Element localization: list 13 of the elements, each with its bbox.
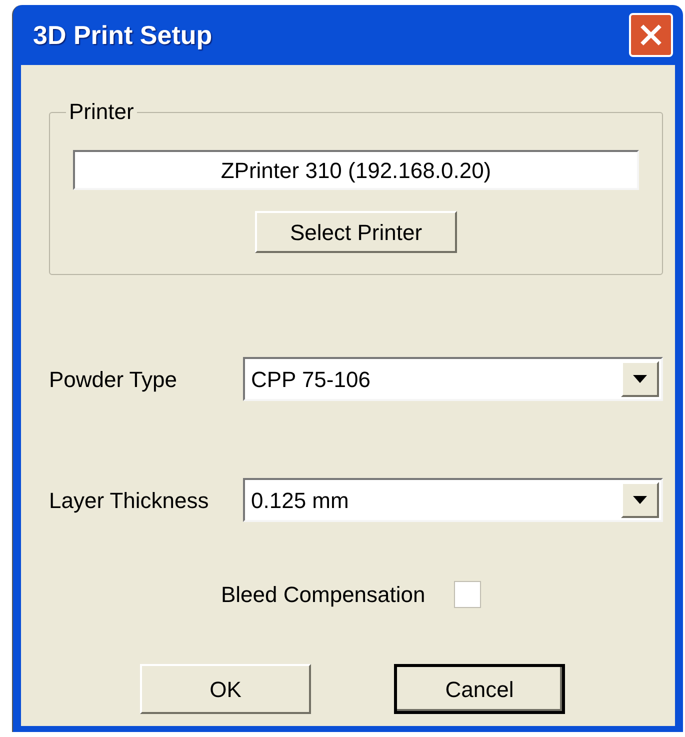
close-icon: [639, 23, 663, 47]
field-label: Powder Type: [49, 366, 178, 394]
field-label: Layer Thickness: [49, 486, 210, 515]
dropdown[interactable]: 0.125 mm: [243, 478, 663, 522]
select-printer-button[interactable]: Select Printer: [255, 211, 457, 253]
close-button[interactable]: [629, 13, 673, 57]
checkbox-label: Bleed Compensation: [221, 581, 426, 609]
checkbox[interactable]: [454, 581, 482, 608]
printer-name-field[interactable]: ZPrinter 310 (192.168.0.20): [73, 150, 639, 190]
dialog-button[interactable]: OK: [140, 664, 311, 714]
window-title: 3D Print Setup: [33, 18, 212, 52]
dialog-button[interactable]: Cancel: [394, 664, 565, 714]
dropdown[interactable]: CPP 75-106: [243, 357, 663, 401]
